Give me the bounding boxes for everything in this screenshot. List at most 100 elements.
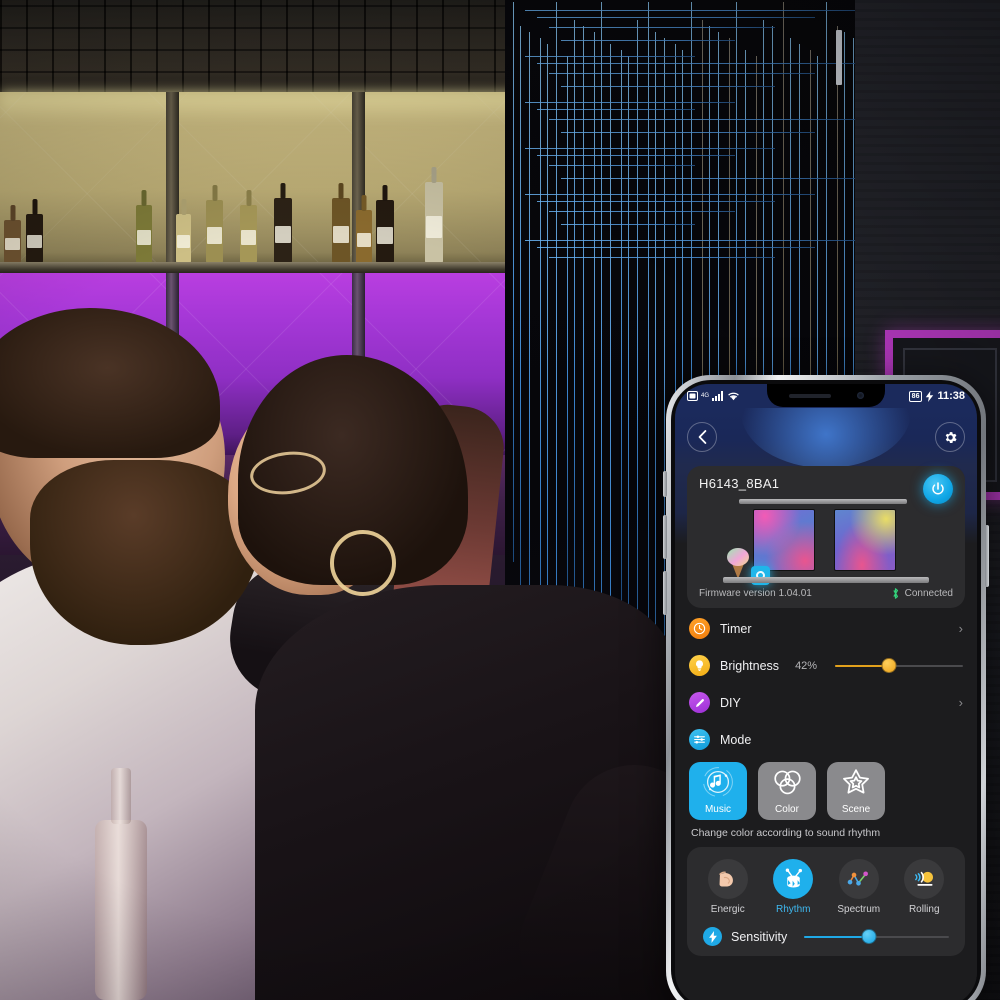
sun-waves-icon <box>904 859 944 899</box>
woman-hoop-earring <box>330 530 396 596</box>
device-card[interactable]: H6143_8BA1 F <box>687 466 965 608</box>
effect-energic[interactable]: Energic <box>696 859 760 915</box>
phone-screen: 4G 86 11:38 <box>675 384 977 1000</box>
wifi-icon <box>727 391 740 401</box>
ice-cream-decoration <box>727 547 749 579</box>
neon-line-horizontal <box>549 257 775 258</box>
neon-line-horizontal <box>549 27 775 28</box>
mode-tile-music-label: Music <box>705 804 731 815</box>
effect-rolling-label: Rolling <box>909 904 940 915</box>
brightness-slider[interactable] <box>835 658 963 674</box>
back-button[interactable] <box>687 422 717 452</box>
neon-line-horizontal <box>537 109 695 110</box>
app-header <box>675 408 977 466</box>
drum-icon <box>773 859 813 899</box>
node-graph-icon <box>839 859 879 899</box>
couple-foreground <box>0 300 680 1000</box>
device-name: H6143_8BA1 <box>699 476 953 491</box>
neon-line-horizontal <box>537 155 735 156</box>
mode-tiles: Music Color Scene <box>675 758 977 820</box>
neon-line-horizontal <box>549 211 735 212</box>
row-timer[interactable]: Timer › <box>689 610 963 647</box>
neon-line-horizontal <box>561 224 695 225</box>
flexed-bicep-icon <box>708 859 748 899</box>
row-brightness[interactable]: Brightness 42% <box>689 647 963 684</box>
neon-line-horizontal <box>549 73 815 74</box>
neon-line-horizontal <box>525 148 775 149</box>
neon-line-horizontal <box>561 132 815 133</box>
effect-rhythm[interactable]: Rhythm <box>761 859 825 915</box>
volume-down-button[interactable] <box>663 571 667 615</box>
row-mode-label: Mode <box>720 733 751 747</box>
charging-icon <box>925 391 934 402</box>
silent-switch[interactable] <box>663 471 667 497</box>
settings-button[interactable] <box>935 422 965 452</box>
firmware-version: Firmware version 1.04.01 <box>699 588 812 599</box>
chevron-right-icon: › <box>959 695 963 710</box>
app-body: H6143_8BA1 F <box>675 466 977 1000</box>
mode-tile-color-label: Color <box>775 804 799 815</box>
neon-line-horizontal <box>537 201 775 202</box>
bulb-icon <box>689 655 710 676</box>
neon-line-horizontal <box>537 17 815 18</box>
effect-rolling[interactable]: Rolling <box>892 859 956 915</box>
mode-tile-music[interactable]: Music <box>689 762 747 820</box>
sensitivity-fill <box>804 936 869 938</box>
mode-tile-scene[interactable]: Scene <box>827 762 885 820</box>
status-time: 11:38 <box>937 390 965 402</box>
sensitivity-row[interactable]: Sensitivity <box>695 915 957 946</box>
neon-line-horizontal <box>561 86 775 87</box>
neon-line-horizontal <box>549 119 855 120</box>
header-glow <box>741 408 911 466</box>
pen-icon <box>689 692 710 713</box>
neon-white-tick <box>836 30 842 85</box>
bottle <box>26 214 43 264</box>
light-panel-illustration <box>699 493 953 585</box>
sensitivity-knob[interactable] <box>862 929 877 944</box>
effect-rhythm-label: Rhythm <box>776 904 810 915</box>
neon-line-horizontal <box>537 63 855 64</box>
bottle <box>356 210 372 264</box>
neon-line-horizontal <box>549 165 695 166</box>
bottle <box>425 182 443 264</box>
music-note-icon <box>702 762 734 801</box>
phone-device: 4G 86 11:38 <box>666 375 986 1000</box>
bottle <box>4 220 21 264</box>
neon-line-horizontal <box>525 194 815 195</box>
cellular-bars-icon <box>712 391 724 401</box>
mode-description: Change color according to sound rhythm <box>675 820 977 847</box>
status-bar: 4G 86 11:38 <box>675 384 977 408</box>
row-diy[interactable]: DIY › <box>689 684 963 721</box>
man-hair <box>0 308 220 458</box>
effects-card: Energic <box>687 847 965 956</box>
bottle <box>274 198 292 264</box>
mode-tile-scene-label: Scene <box>842 804 870 815</box>
chevron-right-icon: › <box>959 621 963 636</box>
neon-line-horizontal <box>561 178 855 179</box>
volume-up-button[interactable] <box>663 515 667 559</box>
neon-line-horizontal <box>561 40 735 41</box>
neon-line-horizontal <box>525 102 735 103</box>
settings-rows: Timer › Brightness 42% <box>675 608 977 758</box>
brightness-knob[interactable] <box>881 658 896 673</box>
power-side-button[interactable] <box>985 525 989 587</box>
light-panel-right <box>834 509 896 571</box>
effect-spectrum[interactable]: Spectrum <box>827 859 891 915</box>
color-circles-icon <box>773 762 802 801</box>
mode-tile-color[interactable]: Color <box>758 762 816 820</box>
brightness-value: 42% <box>795 660 817 672</box>
neon-line-horizontal <box>525 10 855 11</box>
bottle <box>240 205 257 264</box>
bluetooth-icon <box>891 587 900 600</box>
effect-energic-label: Energic <box>711 904 745 915</box>
sensitivity-slider[interactable] <box>804 929 949 945</box>
lightning-bolt-icon <box>703 927 722 946</box>
effect-spectrum-label: Spectrum <box>837 904 880 915</box>
row-mode: Mode <box>689 721 963 758</box>
front-camera <box>857 392 864 399</box>
beer-bottle <box>95 820 147 1000</box>
bottle <box>332 198 350 264</box>
sim-icon <box>687 391 698 401</box>
bottle <box>136 205 152 264</box>
effects-row: Energic <box>695 859 957 915</box>
